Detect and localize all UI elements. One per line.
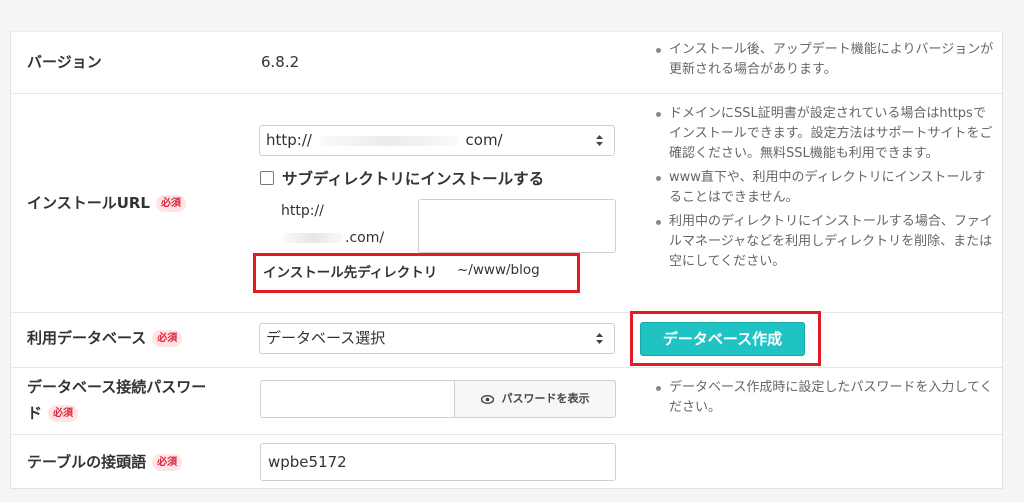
note-item: www直下や、利用中のディレクトリにインストールすることはできません。 — [653, 168, 995, 208]
db-password-input[interactable] — [260, 380, 456, 418]
select-arrows-icon — [596, 135, 603, 146]
install-url-notes: ドメインにSSL証明書が設定されている場合はhttpsでインストールできます。設… — [653, 104, 995, 276]
note-item: ドメインにSSL証明書が設定されている場合はhttpsでインストールできます。設… — [653, 104, 995, 164]
show-password-button[interactable]: パスワードを表示 — [454, 380, 616, 418]
db-password-label: データベース接続パスワー ド必須 — [27, 376, 206, 424]
database-select[interactable]: データベース選択 — [259, 323, 615, 354]
subdir-checkbox-label: サブディレクトリにインストールする — [282, 170, 545, 188]
subdir-prefix-line1: http:// — [281, 203, 324, 219]
install-url-label: インストールURL 必須 — [27, 192, 186, 214]
required-badge: 必須 — [48, 405, 79, 422]
create-database-button[interactable]: データベース作成 — [640, 322, 805, 356]
install-url-label-text: インストールURL — [27, 194, 150, 212]
required-badge: 必須 — [152, 330, 183, 347]
row-divider — [10, 434, 1003, 435]
database-select-value: データベース選択 — [266, 329, 386, 347]
install-dir-value: ~/www/blog — [457, 262, 540, 278]
subdir-checkbox-row[interactable]: サブディレクトリにインストールする — [260, 167, 544, 189]
subdir-path-input[interactable] — [418, 199, 616, 253]
table-prefix-label: テーブルの接頭語 必須 — [27, 451, 183, 473]
row-divider — [10, 93, 1003, 94]
select-value-prefix: http:// — [266, 131, 312, 149]
version-label: バージョン — [27, 53, 102, 71]
redacted-domain — [283, 233, 343, 243]
db-password-label-line2-wrap: ド必須 — [27, 402, 206, 424]
install-url-select[interactable]: http:// com/ — [259, 125, 615, 156]
database-label-text: 利用データベース — [27, 329, 147, 347]
db-password-note: データベース作成時に設定したパスワードを入力してください。 — [653, 378, 995, 422]
subdir-checkbox[interactable] — [260, 171, 274, 185]
install-dir-label: インストール先ディレクトリ — [263, 265, 438, 281]
table-prefix-label-text: テーブルの接頭語 — [27, 453, 147, 471]
eye-icon — [480, 395, 494, 404]
select-value-suffix: com/ — [465, 131, 503, 149]
row-divider — [10, 367, 1003, 368]
version-note: インストール後、アップデート機能によりバージョンが更新される場合があります。 — [653, 40, 995, 84]
required-badge: 必須 — [152, 454, 183, 471]
redacted-domain — [318, 135, 459, 146]
row-divider — [10, 312, 1003, 313]
subdir-prefix-line2: .com/ — [345, 230, 385, 246]
note-item: データベース作成時に設定したパスワードを入力してください。 — [653, 378, 995, 418]
subdir-prefix-line2-wrap: .com/ — [281, 230, 384, 246]
database-label: 利用データベース 必須 — [27, 327, 183, 349]
note-item: 利用中のディレクトリにインストールする場合、ファイルマネージャなどを利用しディレ… — [653, 212, 995, 272]
note-item: インストール後、アップデート機能によりバージョンが更新される場合があります。 — [653, 40, 995, 80]
required-badge: 必須 — [156, 195, 186, 212]
version-value: 6.8.2 — [261, 53, 300, 71]
show-password-label: パスワードを表示 — [501, 392, 590, 405]
db-password-label-line2: ド — [27, 404, 43, 422]
table-prefix-input[interactable]: wpbe5172 — [260, 443, 616, 481]
select-arrows-icon — [596, 333, 603, 344]
db-password-label-line1: データベース接続パスワー — [27, 378, 207, 396]
